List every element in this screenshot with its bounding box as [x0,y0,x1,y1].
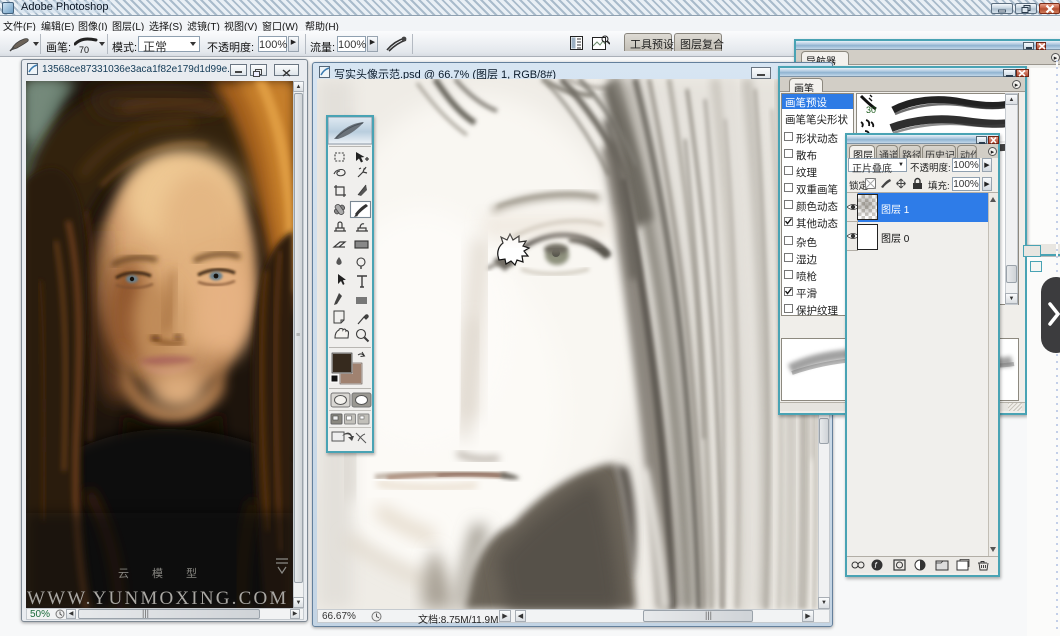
svg-text:WWW.YUNMOXING.COM: WWW.YUNMOXING.COM [27,588,289,608]
svg-text:30: 30 [866,105,876,115]
svg-text:云模型: 云模型 [118,566,220,580]
